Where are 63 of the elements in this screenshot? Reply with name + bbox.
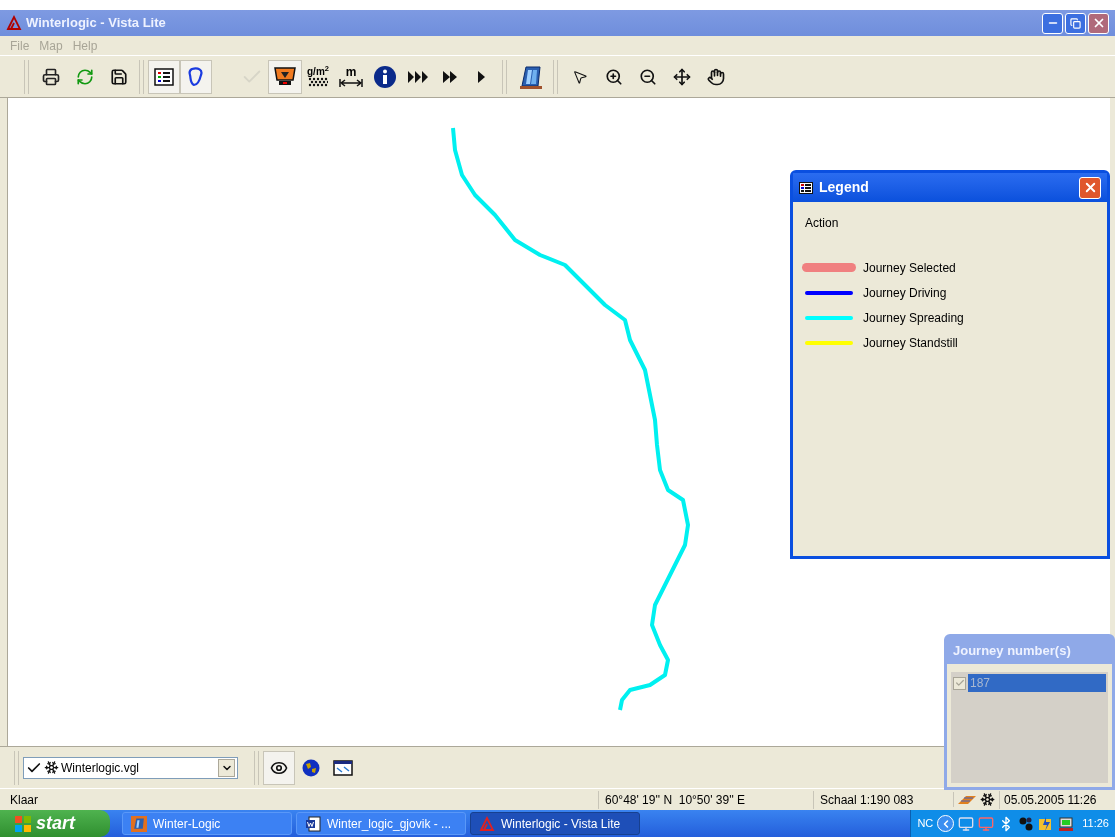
info-icon	[373, 64, 397, 89]
check-icon	[954, 678, 965, 688]
toolbar-button[interactable]	[268, 59, 302, 94]
layer-dropdown[interactable]: Winterlogic.vgl	[23, 756, 238, 779]
fast-forward-icon	[443, 70, 457, 83]
close-button[interactable]	[1079, 176, 1101, 199]
road-icon	[958, 794, 976, 805]
region-outline-icon	[188, 66, 204, 87]
zoom-out-icon	[639, 67, 657, 86]
toolbar-button[interactable]	[180, 59, 212, 94]
status-coordinates: 60°48' 19'' N 10°50' 39'' E	[598, 790, 813, 809]
taskbar-task[interactable]: Winterlogic - Vista Lite	[470, 812, 640, 835]
taskbar-task[interactable]: Winter_logic_gjovik - ...	[296, 812, 466, 835]
save-icon	[110, 67, 128, 86]
app-logo-icon	[6, 15, 22, 31]
printer-icon	[42, 67, 60, 86]
spreader-truck-icon	[273, 65, 297, 88]
toolbar-button[interactable]: g/m$^{2}$	[302, 59, 334, 94]
snowflake-icon	[44, 760, 59, 775]
computer-icon[interactable]	[1058, 815, 1075, 832]
globe-icon	[302, 758, 320, 777]
legend-label: Journey Selected	[863, 259, 956, 277]
tray-label: NC	[917, 816, 934, 832]
collapse-tray-button[interactable]	[937, 815, 955, 832]
refresh-icon	[76, 67, 94, 86]
restore-icon	[1070, 17, 1081, 29]
play-icon	[478, 70, 486, 83]
hand-icon	[707, 67, 725, 86]
zoom-in-icon	[605, 67, 623, 86]
snowflake-icon	[980, 792, 995, 807]
move-icon	[673, 67, 691, 86]
network-icon[interactable]	[958, 815, 975, 832]
legend-heading: Action	[804, 215, 840, 232]
map-window-icon	[333, 759, 353, 776]
close-button[interactable]	[1088, 12, 1109, 34]
taskbar-task[interactable]: Winter-Logic	[122, 812, 292, 835]
windows-logo-icon	[14, 814, 32, 833]
layer-name: Winterlogic.vgl	[61, 759, 140, 777]
book-icon	[132, 816, 146, 831]
pointer-icon	[572, 68, 588, 85]
list-icon	[154, 67, 174, 86]
book-icon	[518, 63, 544, 90]
legend-label: Journey Driving	[863, 284, 947, 302]
app-logo-icon	[479, 815, 495, 832]
journey-number[interactable]: 187	[968, 674, 1106, 692]
toolbar-button[interactable]: m	[334, 59, 368, 94]
start-button[interactable]: start	[0, 810, 110, 837]
restore-button[interactable]	[1065, 12, 1086, 34]
tray-dots-icon[interactable]	[1018, 815, 1035, 832]
legend-label: Journey Spreading	[863, 309, 964, 327]
journey-window-title: Journey number(s)	[953, 641, 1071, 660]
minimize-button[interactable]	[1042, 12, 1063, 34]
window-title: Winterlogic - Vista Lite	[26, 14, 166, 33]
fast-forward-icon	[408, 70, 428, 83]
status-message: Klaar	[9, 791, 39, 809]
toolbar-button[interactable]	[148, 59, 180, 94]
document-icon	[305, 815, 321, 832]
legend-label: Journey Standstill	[863, 334, 958, 352]
journey-checkbox[interactable]	[953, 676, 966, 690]
tray-clock: 11:26	[1082, 816, 1109, 832]
legend-icon	[799, 181, 813, 194]
legend-title: Legend	[819, 178, 869, 197]
toolbar-button[interactable]	[263, 750, 295, 785]
